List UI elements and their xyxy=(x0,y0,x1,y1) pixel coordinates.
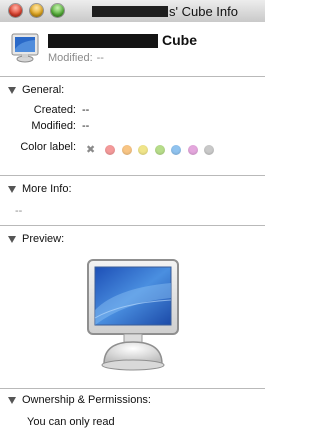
file-name: Cube xyxy=(162,32,197,48)
modified-value: -- xyxy=(82,120,90,132)
disclosure-triangle-icon xyxy=(8,185,16,193)
monitor-icon xyxy=(11,33,39,63)
modified-summary-value: -- xyxy=(96,52,104,64)
close-button[interactable] xyxy=(9,4,22,17)
modified-summary: Modified: -- xyxy=(48,52,108,64)
created-label: Created: xyxy=(33,104,76,116)
created-value: -- xyxy=(82,104,90,116)
general-heading: General: xyxy=(22,84,65,96)
divider xyxy=(0,225,265,226)
minimize-button[interactable] xyxy=(30,4,43,17)
disclosure-triangle-icon xyxy=(8,235,16,243)
color-dot-orange[interactable] xyxy=(121,144,132,155)
color-label-picker: ✖ xyxy=(86,143,221,156)
redacted-title-text xyxy=(92,6,168,17)
divider xyxy=(0,388,265,389)
divider xyxy=(0,175,265,176)
modified-summary-label: Modified: xyxy=(48,52,93,64)
permission-text: You can only read xyxy=(27,416,115,428)
modified-label: Modified: xyxy=(31,120,76,132)
color-dot-red[interactable] xyxy=(105,144,116,155)
divider xyxy=(0,76,265,77)
color-dot-yellow[interactable] xyxy=(138,144,149,155)
color-dot-gray[interactable] xyxy=(204,144,215,155)
color-dot-blue[interactable] xyxy=(171,144,182,155)
zoom-button[interactable] xyxy=(51,4,64,17)
more-info-value: -- xyxy=(15,205,23,217)
redacted-file-name xyxy=(48,34,158,48)
disclosure-triangle-icon xyxy=(8,396,16,404)
more-info-heading: More Info: xyxy=(22,183,72,195)
preview-section-toggle[interactable]: Preview: xyxy=(8,233,64,245)
color-dot-purple[interactable] xyxy=(187,144,198,155)
more-info-section-toggle[interactable]: More Info: xyxy=(8,183,72,195)
color-label-label: Color label: xyxy=(20,141,76,153)
ownership-section-toggle[interactable]: Ownership & Permissions: xyxy=(8,394,151,406)
preview-heading: Preview: xyxy=(22,233,65,245)
disclosure-triangle-icon xyxy=(8,86,16,94)
no-color-icon[interactable]: ✖ xyxy=(86,143,95,156)
title-bar: s' Cube Info xyxy=(0,0,265,23)
color-dot-green[interactable] xyxy=(154,144,165,155)
general-section-toggle[interactable]: General: xyxy=(8,84,64,96)
ownership-heading: Ownership & Permissions: xyxy=(22,394,151,406)
window-title: s' Cube Info xyxy=(169,4,238,19)
monitor-preview-icon xyxy=(87,259,179,371)
